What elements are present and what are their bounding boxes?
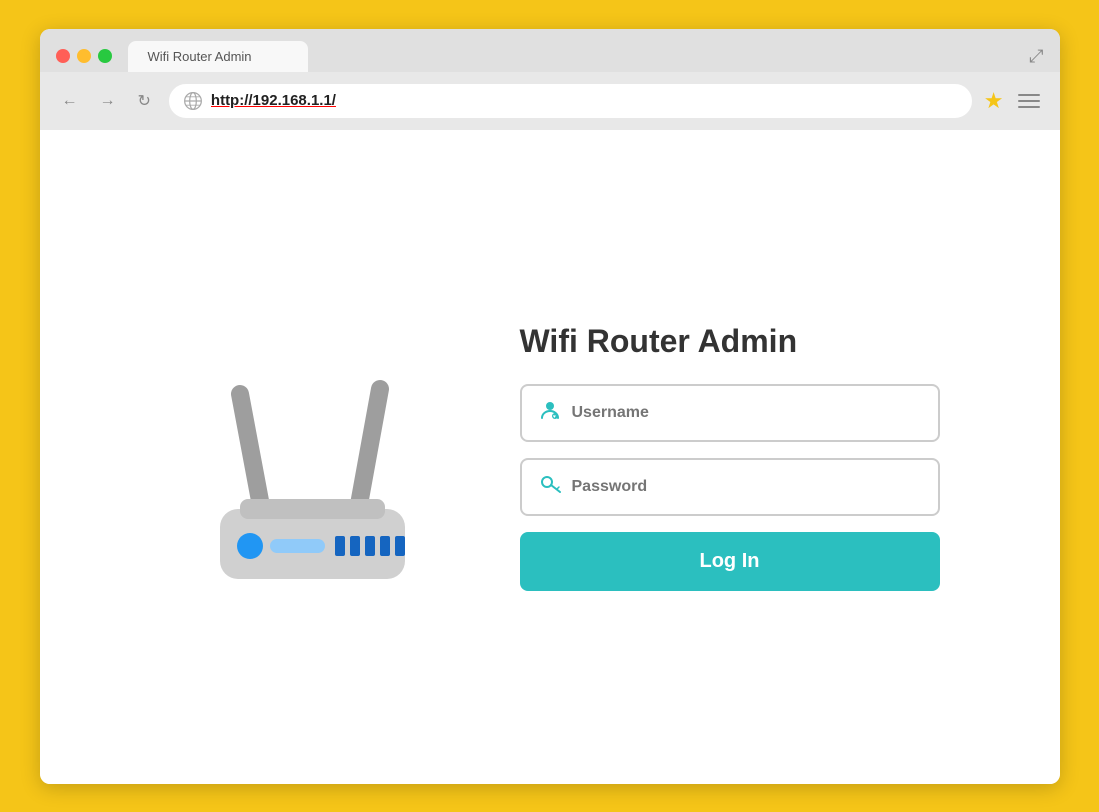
- password-input-group[interactable]: [520, 458, 940, 516]
- globe-icon: [183, 91, 203, 111]
- url-input[interactable]: [211, 92, 958, 109]
- menu-button[interactable]: [1014, 90, 1044, 112]
- close-button[interactable]: [56, 49, 70, 63]
- page-title: Wifi Router Admin: [520, 323, 940, 360]
- maximize-button[interactable]: [98, 49, 112, 63]
- forward-button[interactable]: →: [94, 88, 122, 114]
- login-form: Wifi Router Admin ♥: [520, 323, 940, 591]
- password-input[interactable]: [572, 478, 922, 496]
- back-button[interactable]: ←: [56, 88, 84, 114]
- reload-button[interactable]: ↻: [132, 87, 157, 115]
- user-icon: ♥: [538, 398, 562, 428]
- address-bar[interactable]: [167, 82, 974, 120]
- router-illustration: [160, 314, 460, 599]
- username-input[interactable]: [572, 404, 922, 422]
- content-area: Wifi Router Admin ♥: [40, 130, 1060, 784]
- browser-tab[interactable]: Wifi Router Admin: [128, 41, 308, 72]
- toolbar: ← → ↻ ★: [40, 72, 1060, 130]
- svg-text:♥: ♥: [553, 414, 556, 420]
- title-bar: Wifi Router Admin ⤢: [40, 29, 1060, 72]
- minimize-button[interactable]: [77, 49, 91, 63]
- traffic-lights: [56, 49, 112, 63]
- browser-window: Wifi Router Admin ⤢ ← → ↻ ★: [40, 29, 1060, 784]
- username-input-group[interactable]: ♥: [520, 384, 940, 442]
- fullscreen-button[interactable]: ⤢: [1029, 46, 1043, 67]
- login-button[interactable]: Log In: [520, 532, 940, 591]
- key-icon: [538, 472, 562, 502]
- bookmark-star-icon[interactable]: ★: [984, 88, 1004, 114]
